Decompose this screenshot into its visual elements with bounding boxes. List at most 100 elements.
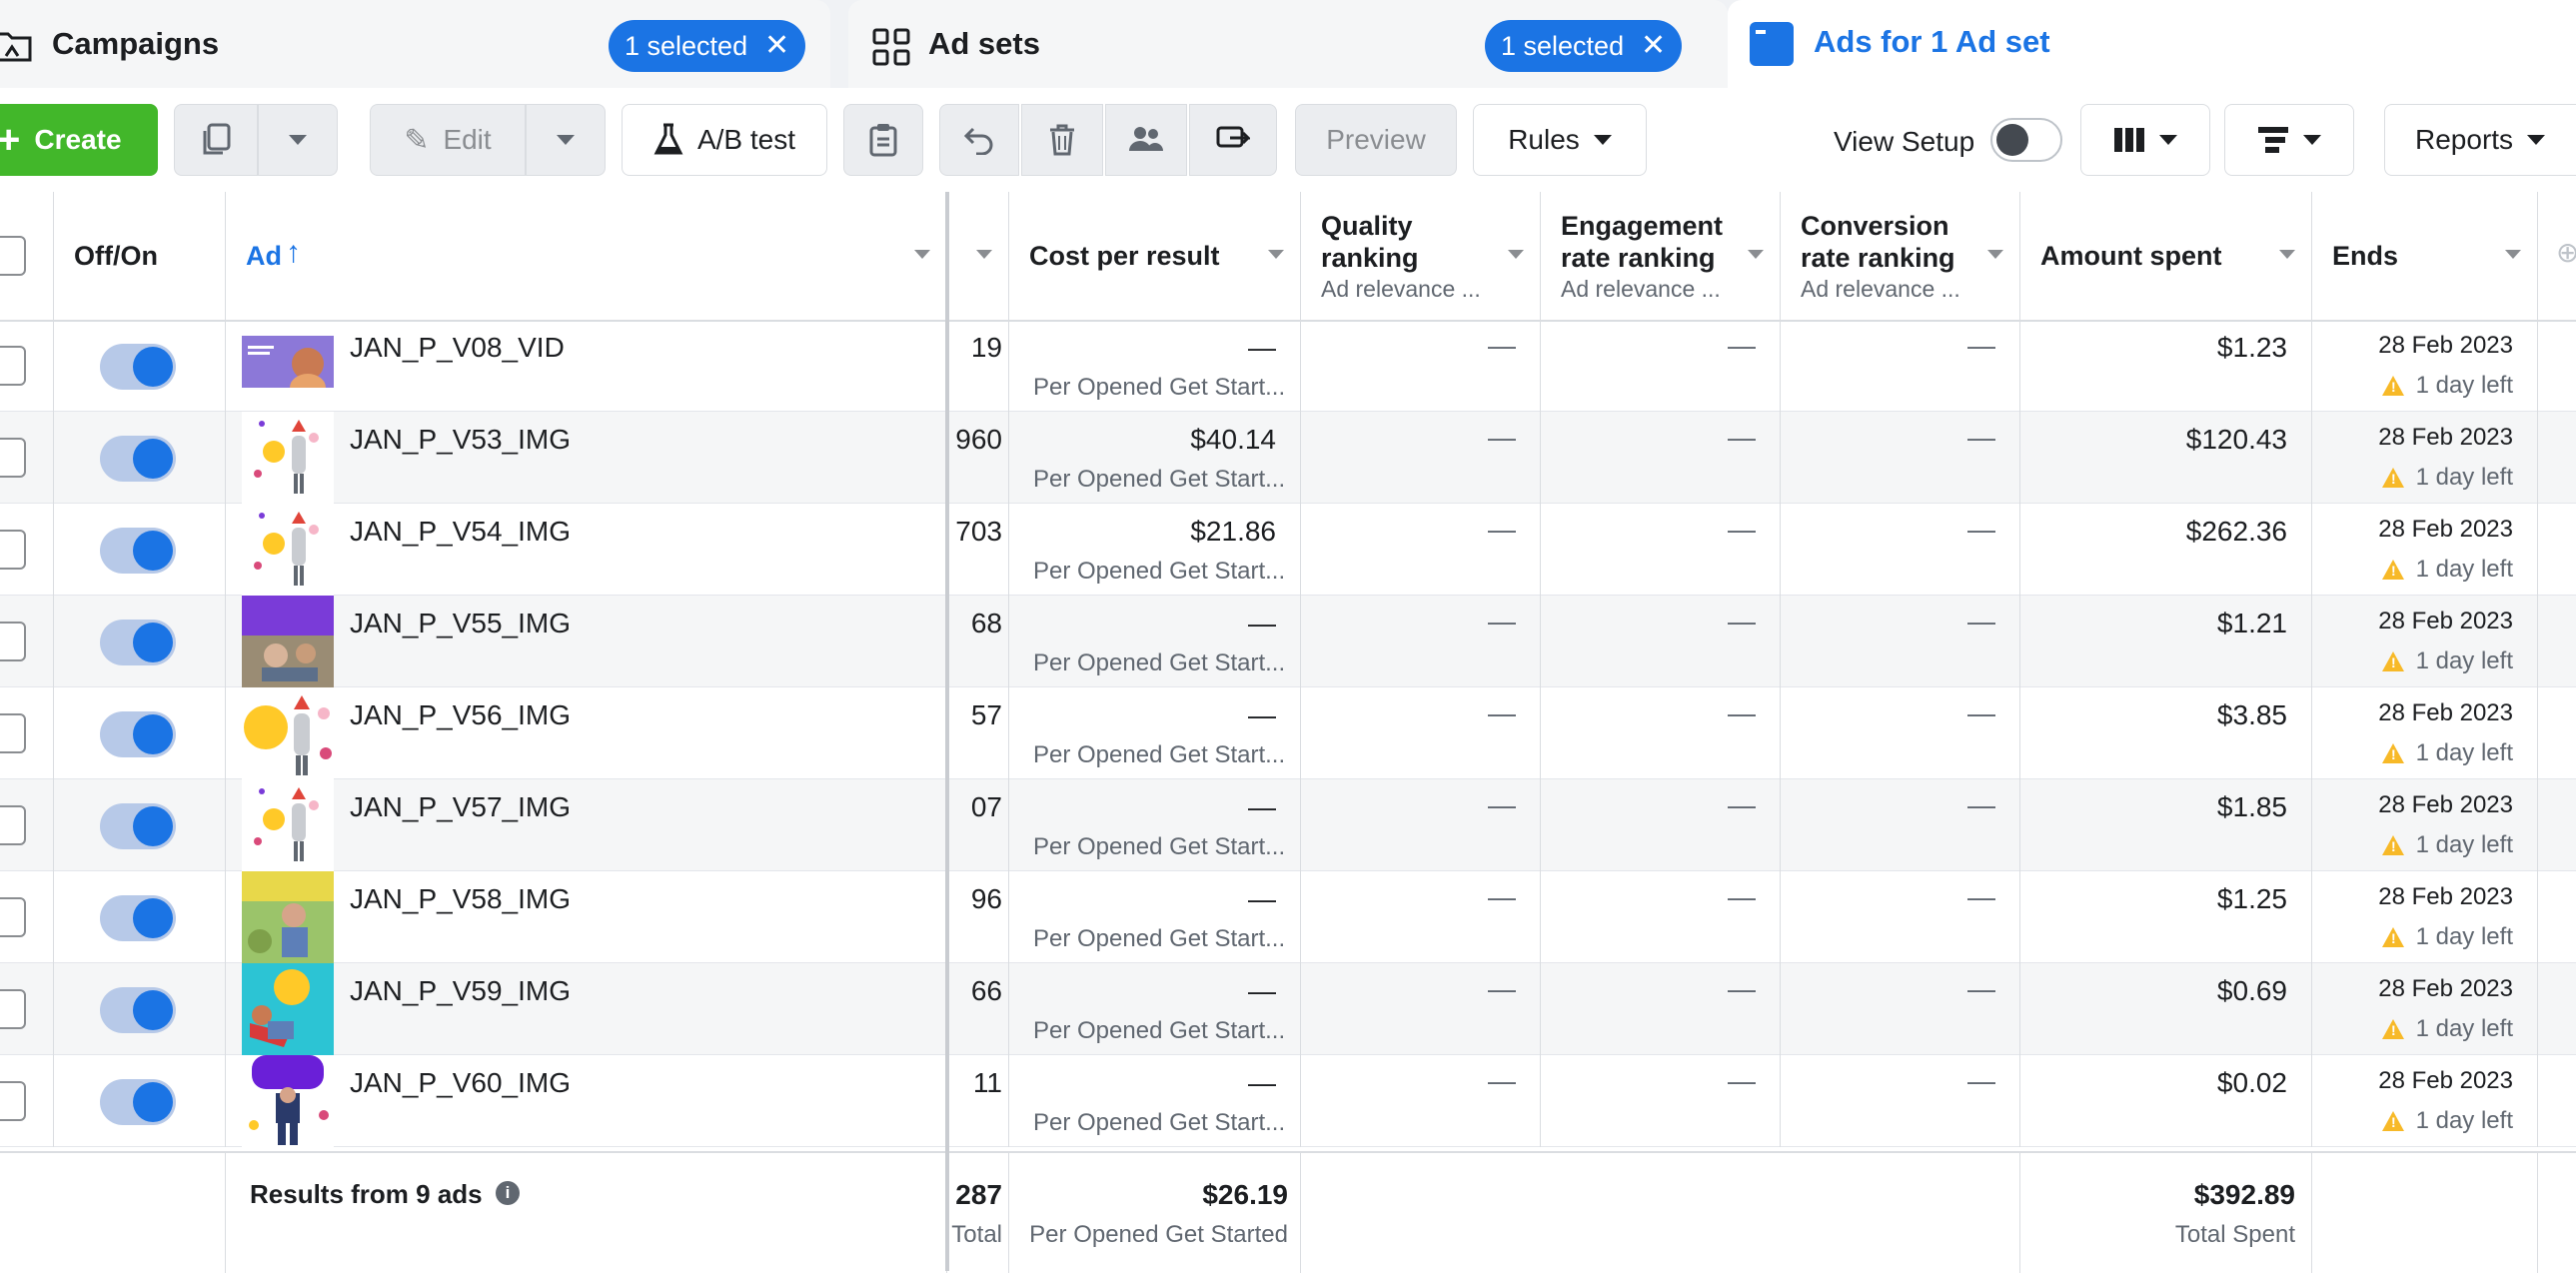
chevron-down-icon[interactable] [1268,250,1284,259]
chevron-down-icon[interactable] [2279,250,2295,259]
ad-on-off-toggle[interactable] [100,987,176,1033]
header-quality-ranking-label: Quality ranking [1321,211,1419,273]
campaigns-selected-pill[interactable]: 1 selected ✕ [609,20,806,72]
cost-per-result-value: — [1248,699,1276,730]
ad-on-off-toggle[interactable] [100,803,176,849]
header-engagement-ranking[interactable]: Engagement rate ranking Ad relevance ... [1541,192,1781,320]
table-row[interactable]: JAN_P_V08_VID 19— Per Opened Get Start... —… [0,320,2576,412]
ad-on-off-toggle[interactable] [100,1079,176,1125]
header-cost-per-result[interactable]: Cost per result [1009,192,1301,320]
header-ad[interactable]: Ad ↑ [226,192,947,320]
row-quality-cell: — [1301,1055,1541,1147]
header-results[interactable] [947,192,1009,320]
info-icon[interactable]: i [496,1181,520,1205]
clear-campaigns-close-icon[interactable]: ✕ [764,20,789,72]
edit-button[interactable]: ✎ Edit [370,104,526,176]
row-checkbox[interactable] [0,989,26,1029]
ad-name[interactable]: JAN_P_V57_IMG [350,791,571,823]
ad-on-off-toggle[interactable] [100,711,176,757]
conversion-ranking-value: — [1967,697,1995,728]
row-checkbox[interactable] [0,805,26,845]
ad-on-off-toggle[interactable] [100,344,176,390]
header-quality-ranking[interactable]: Quality ranking Ad relevance ... [1301,192,1541,320]
toggle-knob [133,531,173,571]
row-cost-cell: — Per Opened Get Start... [1009,320,1301,412]
breakdown-button[interactable] [2224,104,2354,176]
create-button[interactable]: + Create [0,104,158,176]
chevron-down-icon[interactable] [976,250,992,259]
export-button[interactable] [1189,104,1277,176]
row-checkbox[interactable] [0,1081,26,1121]
table-row[interactable]: JAN_P_V60_IMG 11— Per Opened Get Start... —… [0,1055,2576,1147]
undo-button[interactable] [939,104,1019,176]
view-setup-toggle[interactable] [1990,118,2062,162]
row-checkbox[interactable] [0,622,26,661]
table-row[interactable]: JAN_P_V56_IMG 57— Per Opened Get Start... —… [0,687,2576,779]
tab-campaigns[interactable]: Campaigns 1 selected ✕ [0,0,830,88]
clear-adsets-close-icon[interactable]: ✕ [1641,20,1666,72]
ad-on-off-toggle[interactable] [100,895,176,941]
header-amount-spent[interactable]: Amount spent [2020,192,2312,320]
chevron-down-icon[interactable] [1748,250,1764,259]
row-engagement-cell: — [1541,963,1781,1055]
row-checkbox[interactable] [0,438,26,478]
table-row[interactable]: JAN_P_V57_IMG 07— Per Opened Get Start... —… [0,779,2576,871]
reports-button[interactable]: Reports [2384,104,2576,176]
chevron-down-icon[interactable] [914,250,930,259]
row-select-cell [0,412,54,504]
delete-button[interactable] [1021,104,1103,176]
table-row[interactable]: JAN_P_V58_IMG 96— Per Opened Get Start... —… [0,871,2576,963]
ad-name[interactable]: JAN_P_V60_IMG [350,1067,571,1099]
row-checkbox[interactable] [0,713,26,753]
row-ends-cell: 28 Feb 2023! 1 day left [2312,871,2538,963]
row-checkbox[interactable] [0,346,26,386]
columns-button[interactable] [2080,104,2210,176]
table-row[interactable]: JAN_P_V59_IMG 66— Per Opened Get Start... —… [0,963,2576,1055]
frozen-column-divider [945,192,949,1271]
edit-dropdown-button[interactable] [526,104,606,176]
duplicate-dropdown-button[interactable] [258,104,338,176]
add-column-cell[interactable]: ⊕ [2538,192,2576,320]
tab-ad-sets[interactable]: Ad sets 1 selected ✕ [848,0,1728,88]
rules-button[interactable]: Rules [1473,104,1647,176]
clipboard-button[interactable] [843,104,923,176]
days-left: 1 day left [2415,739,2513,766]
select-all-checkbox[interactable] [0,236,26,276]
preview-button[interactable]: Preview [1295,104,1457,176]
adsets-selected-pill[interactable]: 1 selected ✕ [1485,20,1683,72]
row-ends-cell: 28 Feb 2023! 1 day left [2312,504,2538,596]
reports-label: Reports [2415,124,2514,155]
ad-name[interactable]: JAN_P_V58_IMG [350,883,571,915]
ad-name[interactable]: JAN_P_V55_IMG [350,608,571,639]
ad-name[interactable]: JAN_P_V08_VID [350,332,565,364]
row-conversion-cell: — [1781,779,2020,871]
duplicate-button[interactable] [174,104,258,176]
table-row[interactable]: JAN_P_V53_IMG 960 $40.14 Per Opened Get Sta… [0,412,2576,504]
row-checkbox[interactable] [0,530,26,570]
ad-on-off-toggle[interactable] [100,528,176,574]
header-ends[interactable]: Ends [2312,192,2538,320]
days-left: 1 day left [2415,923,2513,950]
audience-button[interactable] [1105,104,1187,176]
ad-on-off-toggle[interactable] [100,436,176,482]
select-all-cell [0,192,54,320]
header-amount-spent-label: Amount spent [2040,241,2222,271]
chevron-down-icon[interactable] [2505,250,2521,259]
ad-on-off-toggle[interactable] [100,620,176,665]
table-row[interactable]: JAN_P_V54_IMG 703 $21.86 Per Opened Get Sta… [0,504,2576,596]
table-row[interactable]: JAN_P_V55_IMG 68— Per Opened Get Start... —… [0,596,2576,687]
row-engagement-cell: — [1541,596,1781,687]
cost-per-result-sub: Per Opened Get Start... [1033,741,1286,768]
row-checkbox[interactable] [0,897,26,937]
ad-name[interactable]: JAN_P_V54_IMG [350,516,571,548]
ad-name[interactable]: JAN_P_V59_IMG [350,975,571,1007]
header-conversion-ranking[interactable]: Conversion rate ranking Ad relevance ... [1781,192,2020,320]
header-off-on[interactable]: Off/On [54,192,226,320]
ab-test-button[interactable]: A/B test [622,104,827,176]
ad-name[interactable]: JAN_P_V56_IMG [350,699,571,731]
chevron-down-icon[interactable] [1508,250,1524,259]
add-column-icon[interactable]: ⊕ [2556,236,2576,269]
chevron-down-icon[interactable] [1987,250,2003,259]
ad-name[interactable]: JAN_P_V53_IMG [350,424,571,456]
tab-ads[interactable]: Ads for 1 Ad set [1728,0,2576,88]
